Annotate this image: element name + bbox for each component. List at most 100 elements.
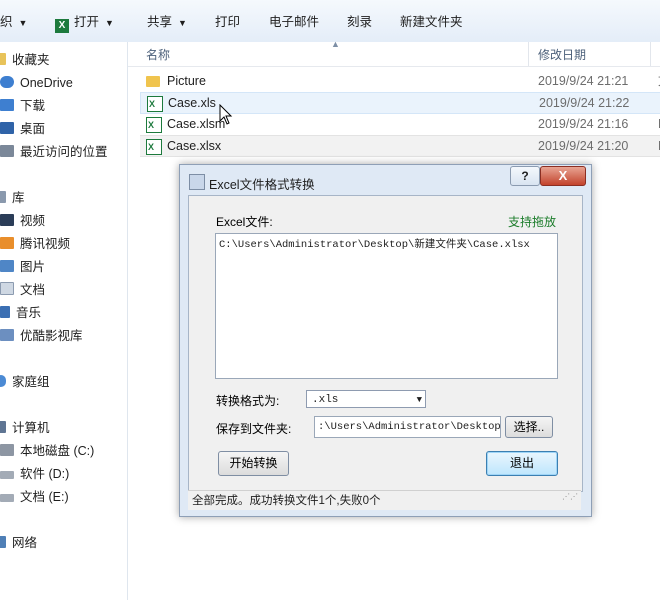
nav-label: OneDrive	[20, 76, 73, 90]
nav-item-favorites[interactable]: 收藏夹	[0, 50, 50, 70]
file-row[interactable]: Picture 2019/9/24 21:21 文	[140, 71, 660, 91]
nav-item-documents[interactable]: 文档	[0, 280, 45, 300]
dialog-title: Excel文件格式转换	[209, 178, 315, 192]
nav-label: 本地磁盘 (C:)	[20, 444, 95, 458]
nav-label: 家庭组	[12, 375, 50, 389]
hard-drive-icon	[0, 444, 14, 456]
file-date: 2019/9/24 21:20	[538, 139, 629, 153]
close-button[interactable]: X	[540, 166, 586, 186]
excel-icon: X	[55, 19, 69, 33]
cloud-icon	[0, 76, 14, 88]
share-label: 共享	[147, 15, 173, 29]
nav-item-libraries[interactable]: 库	[0, 188, 25, 208]
app-icon	[189, 174, 205, 190]
browse-button[interactable]: 选择..	[505, 416, 553, 438]
recent-places-icon	[0, 145, 14, 157]
format-label: 转换格式为:	[216, 394, 280, 408]
file-date: 2019/9/24 21:16	[538, 117, 629, 131]
command-toolbar: 织 ▼ X 打开 ▼ 共享 ▼ 打印 电子邮件 刻录 新建文件夹	[0, 0, 660, 43]
burn-button[interactable]: 刻录	[347, 13, 372, 31]
file-row[interactable]: Case.xlsx 2019/9/24 21:20 M	[140, 135, 660, 157]
music-icon	[0, 306, 10, 318]
start-convert-button[interactable]: 开始转换	[218, 451, 289, 476]
share-button[interactable]: 共享 ▼	[147, 13, 187, 31]
nav-label: 优酷影视库	[20, 329, 83, 343]
excel-file-icon	[146, 137, 162, 157]
format-select-value: .xls	[312, 394, 339, 406]
mouse-cursor-icon	[219, 104, 233, 125]
nav-label: 下载	[20, 99, 46, 113]
file-name: Case.xls	[168, 96, 216, 110]
open-button[interactable]: X 打开 ▼	[55, 13, 114, 33]
file-date: 2019/9/24 21:22	[539, 96, 630, 110]
file-row[interactable]: Case.xls 2019/9/24 21:22 M	[140, 92, 660, 114]
nav-label: 软件 (D:)	[20, 467, 70, 481]
file-name: Case.xlsx	[167, 139, 222, 153]
column-divider[interactable]	[528, 42, 529, 66]
nav-item-network[interactable]: 网络	[0, 533, 37, 553]
nav-item-youku[interactable]: 优酷影视库	[0, 326, 83, 346]
hard-drive-icon	[0, 471, 14, 479]
picture-icon	[0, 260, 14, 272]
nav-item-drive-e[interactable]: 文档 (E:)	[0, 487, 69, 507]
drag-drop-hint: 支持拖放	[508, 215, 557, 229]
nav-label: 音乐	[16, 306, 42, 320]
nav-label: 文档	[20, 283, 46, 297]
nav-item-desktop[interactable]: 桌面	[0, 119, 45, 139]
exit-button[interactable]: 退出	[486, 451, 558, 476]
nav-label: 收藏夹	[12, 53, 50, 67]
nav-item-onedrive[interactable]: OneDrive	[0, 73, 73, 93]
file-name: Picture	[167, 74, 206, 88]
file-row[interactable]: Case.xlsm 2019/9/24 21:16 M	[140, 114, 660, 135]
nav-item-recent[interactable]: 最近访问的位置	[0, 142, 108, 162]
file-name: Case.xlsm	[167, 117, 226, 131]
navigation-pane: 收藏夹 OneDrive 下载 桌面 最近访问的位置 库 视频 腾讯视频 图片 …	[0, 42, 128, 600]
excel-file-icon	[147, 94, 163, 114]
sort-ascending-icon: ▲	[331, 39, 340, 49]
organize-label: 织	[0, 15, 13, 29]
desktop-icon	[0, 122, 14, 134]
column-divider[interactable]	[650, 42, 651, 66]
save-folder-input[interactable]: :\Users\Administrator\Desktop\新	[314, 416, 501, 438]
library-icon	[0, 191, 6, 203]
nav-item-videos[interactable]: 视频	[0, 211, 45, 231]
chevron-down-icon: ▼	[105, 18, 114, 28]
print-button[interactable]: 打印	[215, 13, 240, 31]
nav-item-homegroup[interactable]: 家庭组	[0, 372, 50, 392]
nav-item-downloads[interactable]: 下载	[0, 96, 45, 116]
nav-item-drive-d[interactable]: 软件 (D:)	[0, 464, 69, 484]
video-icon	[0, 214, 14, 226]
column-date-modified[interactable]: 修改日期	[538, 46, 586, 63]
nav-item-computer[interactable]: 计算机	[0, 418, 50, 438]
nav-item-drive-c[interactable]: 本地磁盘 (C:)	[0, 441, 94, 461]
computer-icon	[0, 421, 6, 433]
nav-label: 网络	[12, 536, 38, 550]
email-button[interactable]: 电子邮件	[269, 13, 319, 31]
dialog-body: Excel文件: 支持拖放 C:\Users\Administrator\Des…	[188, 195, 583, 492]
nav-label: 桌面	[20, 122, 46, 136]
column-header: ▲ 名称 修改日期	[128, 39, 660, 67]
save-folder-label: 保存到文件夹:	[216, 422, 292, 436]
file-date: 2019/9/24 21:21	[538, 74, 629, 88]
organize-menu-partial[interactable]: 织 ▼	[0, 13, 27, 31]
document-icon	[0, 282, 14, 295]
new-folder-button[interactable]: 新建文件夹	[400, 13, 463, 31]
star-icon	[0, 53, 6, 65]
youku-icon	[0, 329, 14, 341]
excel-file-label: Excel文件:	[216, 215, 273, 229]
chevron-down-icon: ▼	[416, 395, 422, 405]
help-button[interactable]: ?	[510, 166, 540, 186]
nav-label: 视频	[20, 214, 46, 228]
nav-item-pictures[interactable]: 图片	[0, 257, 45, 277]
nav-label: 库	[12, 191, 25, 205]
nav-label: 计算机	[12, 421, 50, 435]
file-list-textarea[interactable]: C:\Users\Administrator\Desktop\新建文件夹\Cas…	[215, 233, 558, 379]
nav-item-tencent-video[interactable]: 腾讯视频	[0, 234, 70, 254]
resize-grip-icon[interactable]: ⋰⋰	[562, 487, 578, 507]
chevron-down-icon: ▼	[178, 18, 187, 28]
format-select[interactable]: .xls ▼	[306, 390, 426, 408]
nav-item-music[interactable]: 音乐	[0, 303, 41, 323]
status-bar: 全部完成。成功转换文件1个,失败0个 ⋰⋰	[188, 490, 581, 510]
nav-label: 最近访问的位置	[20, 145, 108, 159]
column-name[interactable]: 名称	[146, 46, 170, 63]
